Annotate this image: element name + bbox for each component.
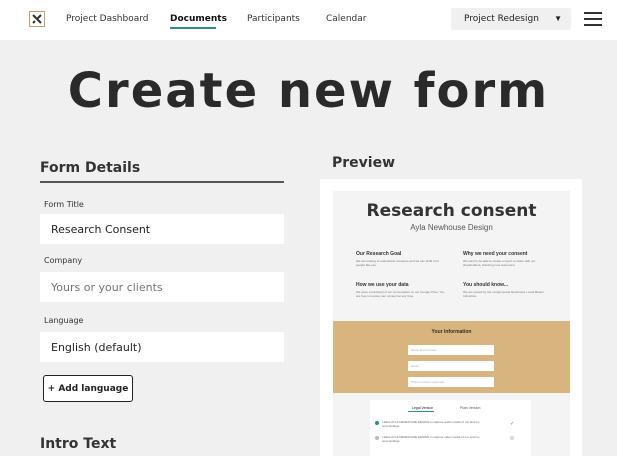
form-title-input[interactable]: [40, 214, 284, 244]
language-label: Language: [44, 316, 84, 325]
project-select-label: Project Redesign: [464, 14, 539, 24]
company-label: Company: [44, 256, 83, 265]
doc-title: Research consent: [366, 201, 537, 221]
doc-subtitle: Ayla Newhouse Design: [410, 223, 493, 232]
name-field-preview: Name first and last: [408, 345, 494, 355]
plain-version-tab: Plain Version: [460, 406, 481, 410]
page-title: Create new form: [67, 63, 550, 119]
intro-text-heading: Intro Text: [40, 436, 117, 452]
menu-icon[interactable]: [584, 12, 602, 26]
section-divider: [40, 181, 284, 183]
phone-field-preview: Phone number (optional): [408, 377, 494, 387]
checkbox-icon: [510, 436, 514, 440]
consent-row: I allow AYLA NEWHOUSE DESIGN to capture …: [382, 420, 480, 428]
doc-block-heading: How we use your data: [356, 282, 409, 288]
app-logo-icon[interactable]: [29, 11, 45, 27]
consent-row: I allow AYLA NEWHOUSE DESIGN to capture …: [382, 435, 480, 443]
checkmark-icon: ✓: [510, 421, 515, 427]
form-title-label: Form Title: [44, 200, 84, 209]
toggle-dot-icon: [375, 436, 379, 440]
email-field-preview: Email: [408, 361, 494, 371]
top-nav: Project Dashboard Documents Participants…: [0, 0, 617, 40]
language-input[interactable]: [40, 332, 284, 362]
tab-indicator: [408, 411, 434, 412]
doc-block-text: We are owned by the conglomerate Newhous…: [463, 290, 544, 298]
preview-heading: Preview: [332, 155, 396, 171]
nav-project-dashboard[interactable]: Project Dashboard: [66, 14, 148, 24]
add-language-button[interactable]: + Add language: [43, 375, 133, 402]
info-title: Your Information: [431, 329, 472, 335]
doc-block-heading: Our Research Goal: [356, 251, 402, 257]
company-input[interactable]: [40, 272, 284, 302]
toggle-dot-icon: [375, 421, 379, 425]
doc-block-heading: Why we need your consent: [463, 251, 528, 257]
active-tab-indicator: [170, 27, 216, 29]
doc-block-text: We store a transcript of our conversatio…: [356, 290, 445, 298]
doc-block-heading: You should know...: [463, 282, 508, 288]
nav-documents[interactable]: Documents: [170, 14, 227, 24]
preview-document: Research consent Ayla Newhouse Design Ou…: [333, 191, 570, 456]
project-select[interactable]: Project Redesign ▼: [451, 8, 571, 30]
doc-block-text: We are looking to understand ourselves a…: [356, 259, 439, 267]
doc-block-text: We want to be able to create a report to…: [463, 259, 536, 267]
legal-version-tab: Legal Version: [412, 406, 434, 410]
nav-participants[interactable]: Participants: [247, 14, 300, 24]
chevron-down-icon: ▼: [554, 14, 562, 23]
nav-calendar[interactable]: Calendar: [326, 14, 366, 24]
your-information-section: Your Information Name first and last Ema…: [333, 321, 570, 393]
consent-card: Legal Version Plain Version I allow AYLA…: [370, 400, 531, 456]
form-details-heading: Form Details: [40, 160, 141, 176]
